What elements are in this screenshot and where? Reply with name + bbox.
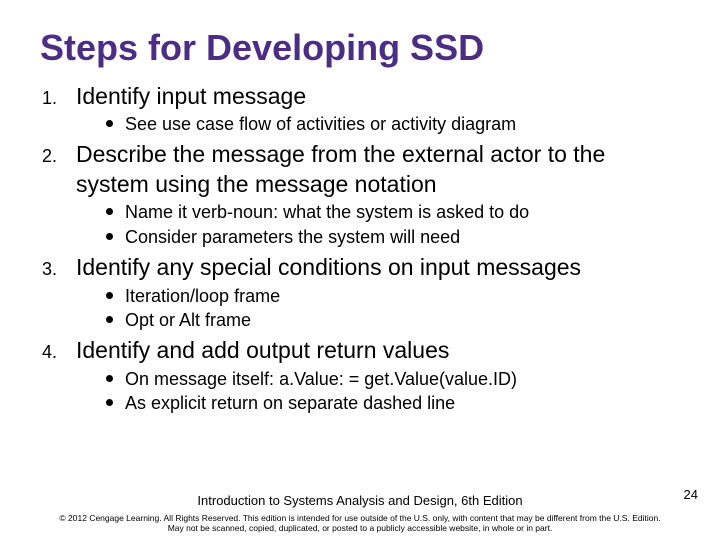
sub-text: On message itself: a.Value: = get.Value(… (125, 368, 680, 391)
sub-item: Name it verb-noun: what the system is as… (106, 201, 680, 224)
sub-item: As explicit return on separate dashed li… (106, 392, 680, 415)
bullet-icon (106, 233, 113, 240)
step-1: 1. Identify input message See use case f… (40, 82, 680, 141)
step-text: Identify any special conditions on input… (76, 253, 680, 282)
step-text: Describe the message from the external a… (76, 140, 680, 199)
sub-text: Consider parameters the system will need (125, 226, 680, 249)
sub-list: Name it verb-noun: what the system is as… (76, 201, 680, 249)
step-list: 1. Identify input message See use case f… (40, 82, 680, 420)
copyright-line1: © 2012 Cengage Learning. All Rights Rese… (0, 513, 720, 524)
bullet-icon (106, 316, 113, 323)
sub-text: See use case flow of activities or activ… (125, 113, 680, 136)
bullet-icon (106, 375, 113, 382)
sub-item: On message itself: a.Value: = get.Value(… (106, 368, 680, 391)
sub-item: Iteration/loop frame (106, 285, 680, 308)
step-number: 3. (40, 253, 76, 336)
slide-title: Steps for Developing SSD (40, 28, 680, 68)
step-number: 1. (40, 82, 76, 141)
copyright-line2: May not be scanned, copied, duplicated, … (0, 523, 720, 534)
copyright: © 2012 Cengage Learning. All Rights Rese… (0, 513, 720, 534)
bullet-icon (106, 120, 113, 127)
sub-list: See use case flow of activities or activ… (76, 113, 680, 136)
sub-text: As explicit return on separate dashed li… (125, 392, 680, 415)
sub-item: Consider parameters the system will need (106, 226, 680, 249)
sub-item: See use case flow of activities or activ… (106, 113, 680, 136)
step-number: 2. (40, 140, 76, 253)
step-4: 4. Identify and add output return values… (40, 336, 680, 419)
bullet-icon (106, 292, 113, 299)
step-3: 3. Identify any special conditions on in… (40, 253, 680, 336)
step-number: 4. (40, 336, 76, 419)
bullet-icon (106, 208, 113, 215)
sub-list: Iteration/loop frame Opt or Alt frame (76, 285, 680, 333)
slide-content: 1. Identify input message See use case f… (40, 82, 680, 420)
footer-text: Introduction to Systems Analysis and Des… (0, 493, 720, 508)
step-2: 2. Describe the message from the externa… (40, 140, 680, 253)
step-text: Identify input message (76, 82, 680, 111)
step-text: Identify and add output return values (76, 336, 680, 365)
bullet-icon (106, 399, 113, 406)
sub-list: On message itself: a.Value: = get.Value(… (76, 368, 680, 416)
sub-text: Name it verb-noun: what the system is as… (125, 201, 680, 224)
sub-text: Opt or Alt frame (125, 309, 680, 332)
sub-item: Opt or Alt frame (106, 309, 680, 332)
slide: Steps for Developing SSD 1. Identify inp… (0, 0, 720, 540)
sub-text: Iteration/loop frame (125, 285, 680, 308)
